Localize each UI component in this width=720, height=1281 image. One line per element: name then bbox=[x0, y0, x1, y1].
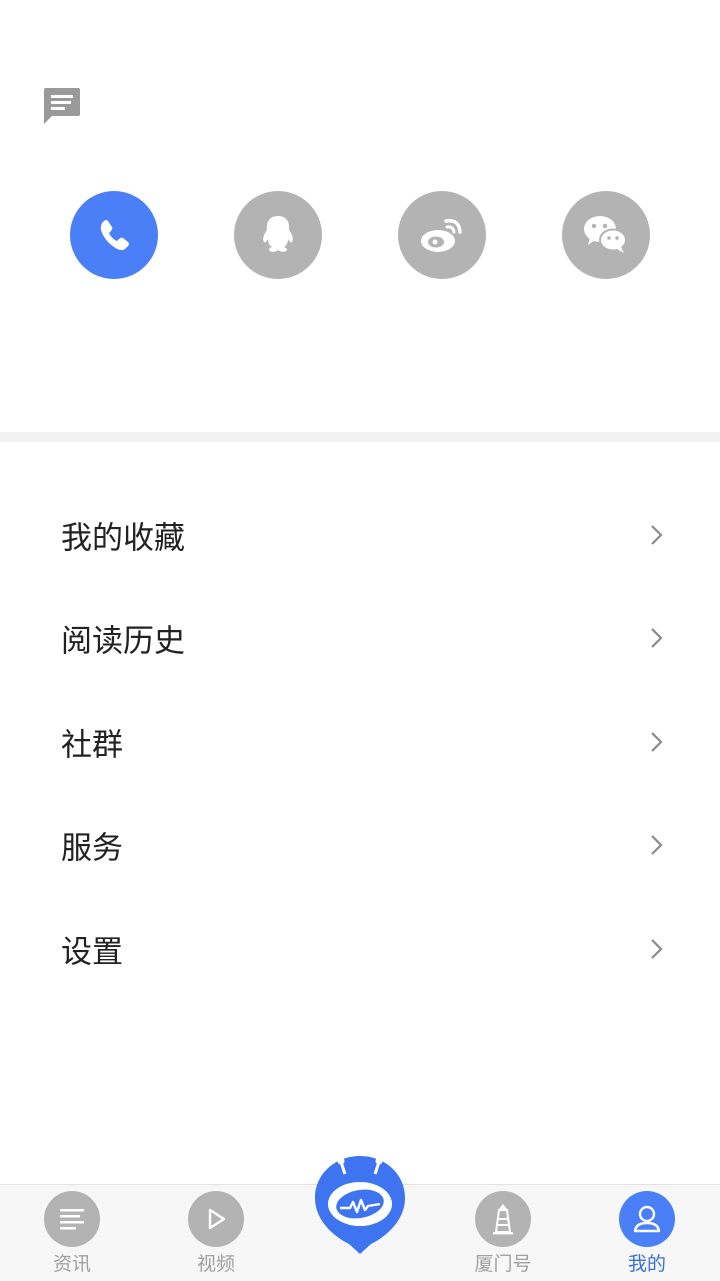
robot-assistant-button[interactable] bbox=[313, 1152, 407, 1256]
wechat-login-button[interactable] bbox=[562, 191, 650, 279]
news-icon bbox=[60, 1209, 84, 1230]
qq-icon bbox=[263, 216, 293, 252]
tab-label: 厦门号 bbox=[474, 1253, 532, 1275]
menu-item-label: 服务 bbox=[61, 830, 123, 867]
tab-news[interactable]: 资讯 bbox=[22, 1191, 122, 1281]
tab-label: 我的 bbox=[627, 1253, 666, 1275]
weibo-login-button[interactable] bbox=[398, 191, 486, 279]
menu-item-label: 社群 bbox=[61, 727, 123, 764]
menu-item-label: 阅读历史 bbox=[61, 623, 185, 660]
video-icon-wrap bbox=[188, 1191, 244, 1247]
menu-item-history[interactable]: 阅读历史 bbox=[0, 587, 720, 691]
tab-mine[interactable]: 我的 bbox=[597, 1191, 697, 1281]
weibo-icon bbox=[421, 218, 462, 252]
section-divider bbox=[0, 432, 720, 442]
video-icon bbox=[208, 1208, 226, 1230]
chevron-right-icon bbox=[651, 524, 663, 545]
news-icon-wrap bbox=[44, 1191, 100, 1247]
menu-list: 我的收藏 阅读历史 社群 服务 设置 bbox=[0, 483, 720, 1001]
chevron-right-icon bbox=[651, 628, 663, 649]
phone-icon bbox=[100, 220, 129, 251]
qq-login-button[interactable] bbox=[234, 191, 322, 279]
login-methods bbox=[0, 191, 720, 281]
menu-item-favorites[interactable]: 我的收藏 bbox=[0, 483, 720, 587]
chevron-right-icon bbox=[651, 938, 663, 959]
chevron-right-icon bbox=[651, 731, 663, 752]
menu-item-label: 设置 bbox=[61, 934, 123, 971]
tab-label: 视频 bbox=[196, 1253, 235, 1275]
lighthouse-icon bbox=[493, 1204, 513, 1235]
menu-item-settings[interactable]: 设置 bbox=[0, 897, 720, 1001]
message-icon[interactable] bbox=[42, 86, 82, 126]
tab-video[interactable]: 视频 bbox=[166, 1191, 266, 1281]
wechat-icon bbox=[584, 216, 627, 253]
menu-item-services[interactable]: 服务 bbox=[0, 794, 720, 898]
tab-xiamen-hao[interactable]: 厦门号 bbox=[453, 1191, 553, 1281]
robot-icon bbox=[315, 1156, 405, 1254]
phone-login-button[interactable] bbox=[70, 191, 158, 279]
user-icon-wrap bbox=[619, 1191, 675, 1247]
tab-label: 资讯 bbox=[52, 1253, 91, 1275]
lighthouse-icon-wrap bbox=[475, 1191, 531, 1247]
menu-item-community[interactable]: 社群 bbox=[0, 690, 720, 794]
chevron-right-icon bbox=[651, 835, 663, 856]
menu-item-label: 我的收藏 bbox=[61, 520, 185, 557]
user-icon bbox=[633, 1205, 661, 1233]
